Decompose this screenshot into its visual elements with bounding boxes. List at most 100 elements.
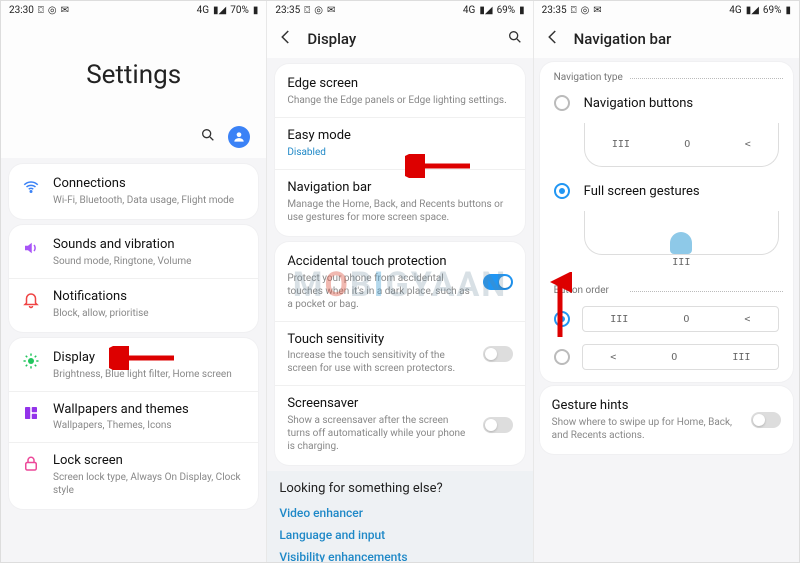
item-sub: Protect your phone from accidental touch…	[287, 272, 470, 311]
wifi-icon	[21, 178, 41, 196]
gesture-hints-item[interactable]: Gesture hints Show where to swipe up for…	[540, 388, 793, 452]
item-title: Gesture hints	[552, 398, 739, 415]
radio-nav-buttons[interactable]: Navigation buttons	[540, 87, 793, 119]
settings-item-sounds[interactable]: Sounds and vibration Sound mode, Rington…	[9, 227, 258, 278]
search-icon[interactable]	[507, 29, 523, 49]
toggle-gesture-hints[interactable]	[751, 412, 781, 428]
status-time: 23:35	[542, 5, 567, 16]
recents-glyph: III	[612, 139, 630, 150]
back-button[interactable]	[277, 28, 295, 50]
lock-icon	[21, 455, 41, 473]
display-item-easymode[interactable]: Easy mode Disabled	[275, 117, 524, 169]
msg-icon: ✉	[61, 5, 69, 16]
theme-icon	[21, 404, 41, 422]
radio-label: Full screen gestures	[584, 184, 700, 199]
item-sub: Wallpapers, Themes, Icons	[53, 419, 246, 432]
item-title: Notifications	[53, 289, 246, 306]
back-glyph: <	[745, 139, 751, 150]
link-language[interactable]: Language and input	[267, 524, 532, 546]
radio-icon	[554, 183, 570, 199]
settings-item-display[interactable]: Display Brightness, Blue light filter, H…	[9, 340, 258, 391]
net-icon: 4G	[197, 5, 209, 16]
item-sub: Screen lock type, Always On Display, Clo…	[53, 471, 246, 497]
section-nav-type: Navigation type	[540, 64, 793, 87]
radio-icon	[554, 311, 570, 327]
battery-text: 70%	[230, 5, 249, 16]
ig-icon: ◎	[581, 5, 590, 16]
battery-icon: ▮	[253, 5, 259, 16]
radio-full-gestures[interactable]: Full screen gestures	[540, 175, 793, 207]
item-title: Navigation bar	[287, 180, 512, 197]
signal-icon: ▮◢	[479, 5, 492, 16]
sound-icon	[21, 239, 41, 257]
item-title: Touch sensitivity	[287, 332, 470, 349]
item-sub: Show where to swipe up for Home, Back, a…	[552, 416, 739, 442]
account-avatar[interactable]	[228, 126, 250, 148]
item-title: Wallpapers and themes	[53, 402, 246, 419]
radio-icon	[554, 349, 570, 365]
display-item-accidental[interactable]: Accidental touch protection Protect your…	[275, 244, 524, 321]
net-icon: 4G	[463, 5, 475, 16]
signal-icon: ▮◢	[746, 5, 759, 16]
link-video-enhancer[interactable]: Video enhancer	[267, 502, 532, 524]
display-icon	[21, 352, 41, 370]
item-title: Sounds and vibration	[53, 237, 246, 254]
camera-icon: ⌼	[38, 5, 44, 16]
item-sub: Manage the Home, Back, and Recents butto…	[287, 198, 512, 224]
home-glyph: O	[684, 139, 690, 150]
battery-icon: ▮	[785, 5, 791, 16]
link-visibility[interactable]: Visibility enhancements	[267, 546, 532, 562]
status-time: 23:35	[275, 5, 300, 16]
order-preview: III O <	[582, 306, 779, 332]
nav-preview-gestures: III	[584, 211, 779, 255]
ig-icon: ◎	[314, 5, 323, 16]
page-title: Settings	[1, 20, 266, 120]
item-title: Lock screen	[53, 453, 246, 470]
search-icon[interactable]	[200, 127, 216, 147]
bell-icon	[21, 291, 41, 309]
footer-heading: Looking for something else?	[267, 471, 532, 502]
item-title: Screensaver	[287, 396, 470, 413]
item-sub: Disabled	[287, 146, 512, 159]
display-item-edge[interactable]: Edge screen Change the Edge panels or Ed…	[275, 66, 524, 117]
toggle-touchsens[interactable]	[483, 346, 513, 362]
settings-item-wallpapers[interactable]: Wallpapers and themes Wallpapers, Themes…	[9, 391, 258, 443]
settings-item-notifications[interactable]: Notifications Block, allow, prioritise	[9, 278, 258, 330]
recents-glyph: III	[672, 257, 690, 268]
item-sub: Change the Edge panels or Edge lighting …	[287, 94, 512, 107]
radio-icon	[554, 95, 570, 111]
back-button[interactable]	[544, 28, 562, 50]
msg-icon: ✉	[593, 5, 601, 16]
nav-preview-buttons: III O <	[584, 123, 779, 167]
msg-icon: ✉	[327, 5, 335, 16]
camera-icon: ⌼	[571, 5, 577, 16]
page-title: Display	[307, 30, 506, 48]
display-item-touchsens[interactable]: Touch sensitivity Increase the touch sen…	[275, 321, 524, 386]
item-title: Accidental touch protection	[287, 254, 470, 271]
item-sub: Increase the touch sensitivity of the sc…	[287, 349, 470, 375]
toggle-accidental[interactable]	[483, 274, 513, 290]
settings-item-connections[interactable]: Connections Wi-Fi, Bluetooth, Data usage…	[9, 166, 258, 217]
order-option-1[interactable]: III O <	[540, 300, 793, 338]
settings-item-lockscreen[interactable]: Lock screen Screen lock type, Always On …	[9, 442, 258, 507]
display-item-screensaver[interactable]: Screensaver Show a screensaver after the…	[275, 385, 524, 463]
battery-text: 69%	[763, 5, 782, 16]
section-button-order: Button order	[540, 277, 793, 300]
page-title: Navigation bar	[574, 30, 789, 48]
toggle-screensaver[interactable]	[483, 417, 513, 433]
gesture-blob	[670, 232, 692, 254]
status-time: 23:30	[9, 5, 34, 16]
item-title: Edge screen	[287, 76, 512, 93]
status-bar: 23:35 ⌼ ◎ ✉ 4G ▮◢ 69% ▮	[267, 1, 532, 20]
ig-icon: ◎	[48, 5, 57, 16]
item-title: Connections	[53, 176, 246, 193]
display-item-navbar[interactable]: Navigation bar Manage the Home, Back, an…	[275, 169, 524, 234]
net-icon: 4G	[729, 5, 741, 16]
radio-label: Navigation buttons	[584, 96, 693, 111]
item-title: Display	[53, 350, 246, 367]
order-option-2[interactable]: < O III	[540, 338, 793, 376]
status-bar: 23:35 ⌼ ◎ ✉ 4G ▮◢ 69% ▮	[534, 1, 799, 20]
item-sub: Show a screensaver after the screen turn…	[287, 414, 470, 453]
item-sub: Wi-Fi, Bluetooth, Data usage, Flight mod…	[53, 194, 246, 207]
camera-icon: ⌼	[304, 5, 310, 16]
